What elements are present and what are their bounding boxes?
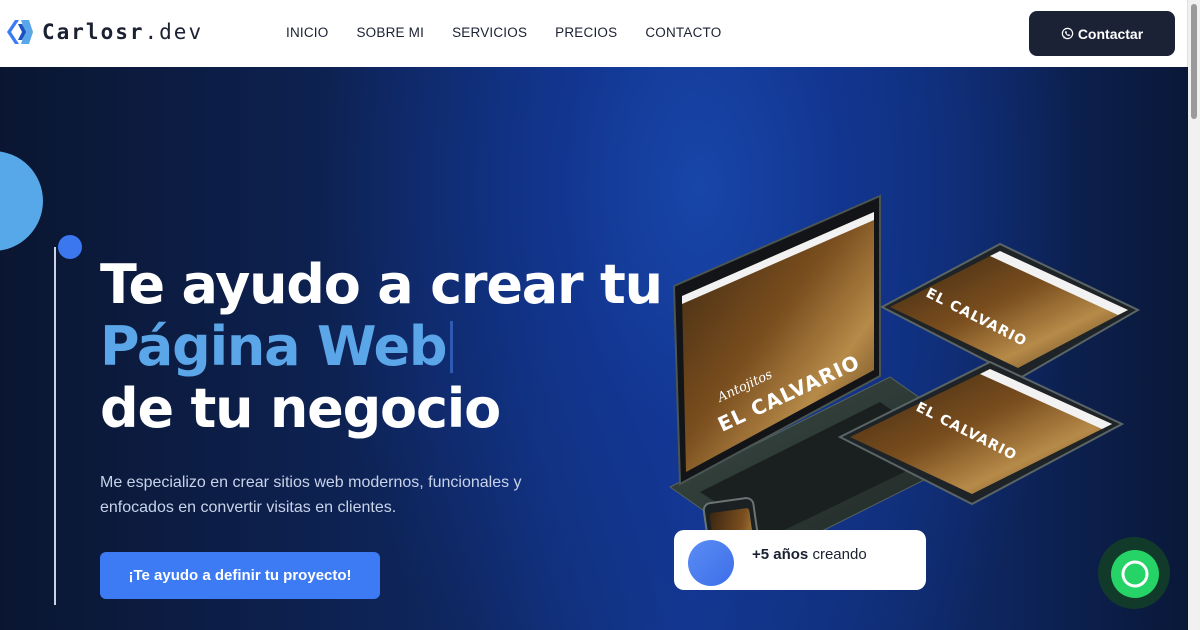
nav-link-precios[interactable]: PRECIOS — [555, 25, 617, 40]
whatsapp-float-button[interactable] — [1098, 537, 1170, 609]
logo-name: Carlosr — [42, 20, 145, 44]
nav-links: INICIO SOBRE MI SERVICIOS PRECIOS CONTAC… — [286, 25, 721, 40]
nav-link-inicio[interactable]: INICIO — [286, 25, 328, 40]
nav-link-servicios[interactable]: SERVICIOS — [452, 25, 527, 40]
site-logo[interactable]: Carlosr.dev — [6, 18, 203, 46]
headline-line-3: de tu negocio — [100, 377, 501, 440]
whatsapp-icon — [1061, 27, 1074, 40]
hero-subtext: Me especializo en crear sitios web moder… — [100, 474, 522, 516]
stat-card: +5 años creando — [674, 530, 926, 590]
decorative-dot — [58, 235, 82, 259]
navbar: Carlosr.dev INICIO SOBRE MI SERVICIOS PR… — [0, 0, 1188, 67]
decorative-vertical-line — [54, 247, 56, 605]
nav-link-contacto[interactable]: CONTACTO — [645, 25, 721, 40]
scrollbar-thumb[interactable] — [1191, 4, 1197, 119]
contact-button[interactable]: Contactar — [1029, 11, 1175, 56]
decorative-circle — [0, 151, 43, 251]
stat-text: +5 años creando — [752, 546, 867, 563]
cta-button-label: ¡Te ayudo a definir tu proyecto! — [128, 567, 352, 584]
page-scrollbar[interactable] — [1187, 0, 1200, 630]
logo-mark-icon — [7, 20, 33, 44]
hero-headline: Te ayudo a crear tu Página Web de tu neg… — [100, 253, 663, 440]
cta-button[interactable]: ¡Te ayudo a definir tu proyecto! — [100, 552, 380, 599]
typing-caret — [450, 321, 454, 373]
logo-text: Carlosr.dev — [42, 20, 203, 44]
contact-button-label: Contactar — [1077, 25, 1144, 42]
stat-rest: creando — [808, 546, 867, 563]
stat-avatar — [688, 540, 734, 586]
headline-line-2-highlight: Página Web — [100, 315, 448, 378]
logo-domain: .dev — [144, 20, 204, 44]
device-mockups-image: Antojitos EL CALVARIO EL CALVARIO EL CAL… — [669, 194, 1141, 572]
whatsapp-float-icon — [1111, 550, 1159, 598]
stat-strong: +5 años — [752, 546, 809, 563]
nav-link-sobre-mi[interactable]: SOBRE MI — [356, 25, 424, 40]
headline-line-1: Te ayudo a crear tu — [100, 253, 663, 316]
hero-section: Te ayudo a crear tu Página Web de tu neg… — [0, 67, 1188, 630]
